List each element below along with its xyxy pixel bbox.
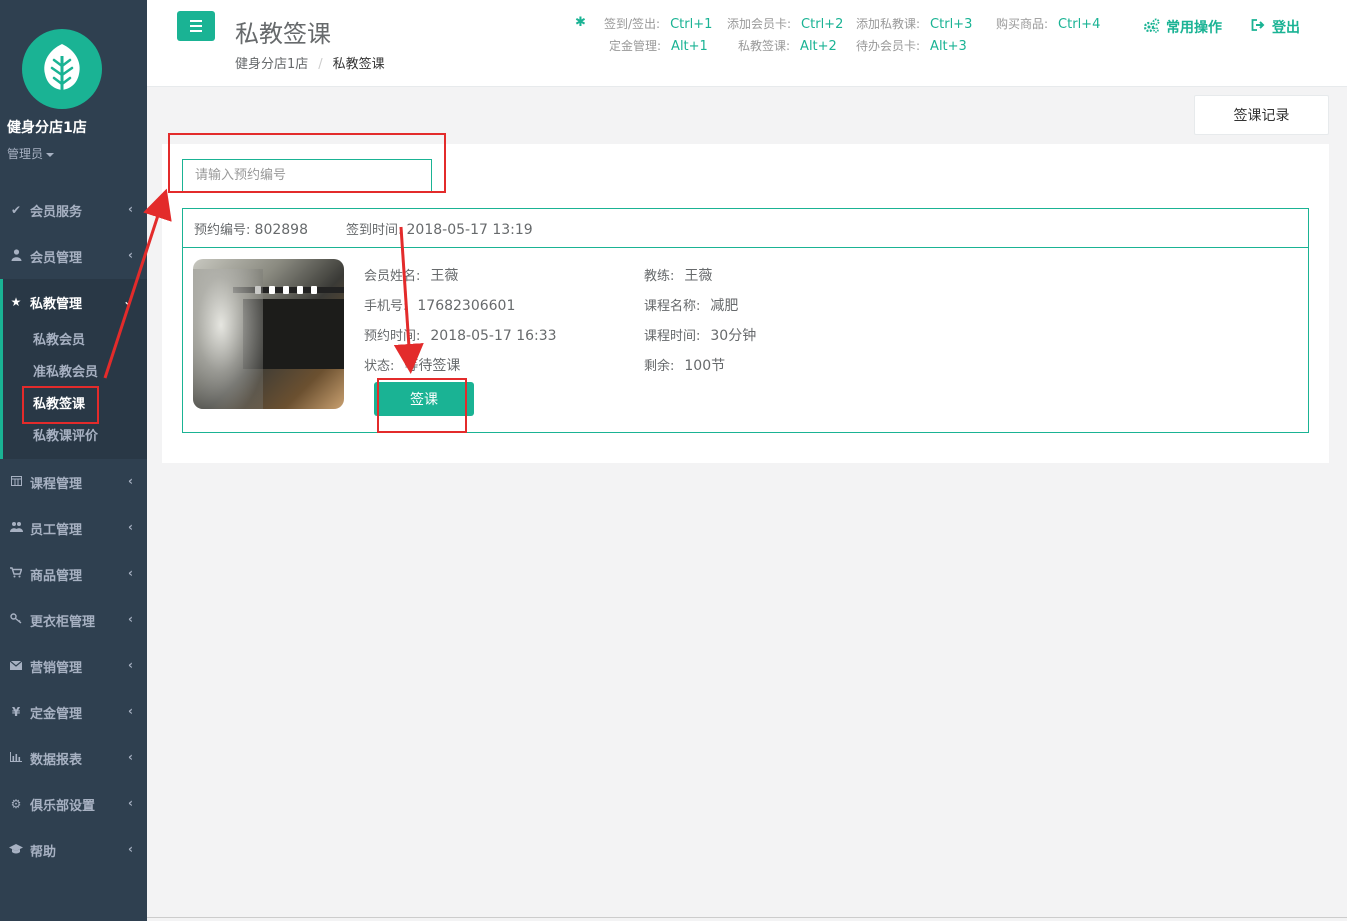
users-icon [8,521,24,535]
breadcrumb: 健身分店1店 / 私教签课 [235,53,385,72]
sidebar-item-label: 商品管理 [30,568,83,584]
shortcut-pending-card: 待办会员卡: Alt+3 [856,39,967,54]
graduation-cap-icon [8,843,24,857]
chevron-left-icon: ‹ [128,566,133,580]
breadcrumb-current: 私教签课 [332,57,385,72]
chevron-down-icon: ⌄ [122,294,133,308]
sidebar-item-marketing-management[interactable]: 营销管理 ‹ [0,643,147,689]
calendar-icon [8,475,24,489]
chevron-left-icon: ‹ [128,202,133,216]
member-phone: 手机号: 17682306601 [364,298,516,314]
booking-status: 状态: 等待签课 [364,358,461,374]
sign-out-icon [1251,19,1266,35]
booking-time: 预约时间: 2018-05-17 16:33 [364,328,557,344]
logout-button[interactable]: 登出 [1251,17,1300,37]
sidebar-item-product-management[interactable]: 商品管理 ‹ [0,551,147,597]
sidebar-item-label: 更衣柜管理 [30,614,96,630]
star-icon: ★ [10,295,22,309]
remaining-sessions: 剩余: 100节 [644,358,726,374]
sidebar-item-deposit-management[interactable]: ¥ 定金管理 ‹ [0,689,147,735]
chevron-left-icon: ‹ [128,842,133,856]
page-title: 私教签课 [235,20,331,48]
sidebar-item-data-reports[interactable]: 数据报表 ‹ [0,735,147,781]
sidebar-item-label: 员工管理 [30,522,83,538]
check-icon: ✔ [10,203,22,217]
coach-name: 教练: 王薇 [644,268,713,284]
sidebar-item-locker-management[interactable]: 更衣柜管理 ‹ [0,597,147,643]
shortcut-add-private-course: 添加私教课: Ctrl+3 [856,17,973,32]
annotation-highlight-search [168,133,446,193]
sidebar-item-staff-management[interactable]: 员工管理 ‹ [0,505,147,551]
booking-card: 预约编号: 802898 签到时间: 2018-05-17 13:19 会员姓名… [182,208,1309,433]
sidebar-item-label: 课程管理 [30,476,83,492]
shortcut-buy-product: 购买商品: Ctrl+4 [996,17,1101,32]
sidebar-item-member-service[interactable]: ✔ 会员服务 ‹ [0,187,147,233]
shortcut-add-member-card: 添加会员卡: Ctrl+2 [727,17,844,32]
gear-icon: ⚙ [10,797,22,811]
sidebar-item-club-settings[interactable]: ⚙ 俱乐部设置 ‹ [0,781,147,827]
common-operations-button[interactable]: 常用操作 [1143,17,1222,37]
booking-number: 预约编号: 802898 [194,221,308,238]
bottom-divider [147,917,1347,918]
sidebar-item-label: 会员服务 [30,204,83,220]
asterisk-icon: ✱ [575,15,586,30]
chevron-left-icon: ‹ [128,750,133,764]
signin-records-button[interactable]: 签课记录 [1194,95,1329,135]
role-dropdown[interactable]: 管理员 [7,145,55,162]
user-icon [8,248,24,264]
cart-icon [8,567,24,581]
yen-icon: ¥ [11,705,21,719]
hamburger-menu-button[interactable] [177,11,215,41]
sidebar-item-label: 俱乐部设置 [30,798,96,814]
chevron-left-icon: ‹ [128,248,133,262]
member-photo [193,259,344,409]
common-operations-label: 常用操作 [1166,20,1222,36]
sidebar-nav: ✔ 会员服务 ‹ 会员管理 ‹ ★ 私教管理 ⌄ 私教会员 准私教会员 私教签课… [0,187,147,873]
chevron-left-icon: ‹ [128,612,133,626]
chevron-left-icon: ‹ [128,796,133,810]
role-label: 管理员 [7,147,44,161]
envelope-icon [8,659,24,673]
key-icon [8,613,24,627]
sidebar-subitem-prospective-members[interactable]: 准私教会员 [3,357,147,389]
chevron-left-icon: ‹ [128,474,133,488]
chevron-left-icon: ‹ [128,704,133,718]
sidebar-subitem-private-members[interactable]: 私教会员 [3,325,147,357]
booking-card-header: 预约编号: 802898 签到时间: 2018-05-17 13:19 [183,209,1308,248]
course-duration: 课程时间: 30分钟 [644,328,757,344]
sidebar-item-label: 会员管理 [30,250,83,266]
member-name: 会员姓名: 王薇 [364,268,459,284]
sidebar-item-label: 私教管理 [30,296,83,312]
sidebar-item-label: 帮助 [30,844,57,860]
top-header: 私教签课 健身分店1店 / 私教签课 ✱ 签到/签出: Ctrl+1 添加会员卡: Ct… [147,0,1347,87]
annotation-highlight-sidebar [22,386,99,424]
breadcrumb-separator: / [318,57,323,72]
sidebar-item-help[interactable]: 帮助 ‹ [0,827,147,873]
chevron-left-icon: ‹ [128,520,133,534]
sidebar-item-member-management[interactable]: 会员管理 ‹ [0,233,147,279]
sidebar-item-label: 数据报表 [30,752,83,768]
cogs-icon [1143,18,1160,37]
sidebar: 健身分店1店 管理员 ✔ 会员服务 ‹ 会员管理 ‹ ★ 私教管理 ⌄ 私教会员… [0,0,147,921]
shortcut-deposit: 定金管理: Alt+1 [609,39,708,54]
store-name: 健身分店1店 [7,120,87,136]
shortcut-private-signin: 私教签课: Alt+2 [738,39,837,54]
breadcrumb-home-link[interactable]: 健身分店1店 [235,57,308,72]
checkin-time: 签到时间: 2018-05-17 13:19 [345,221,533,238]
bar-chart-icon [8,751,24,765]
leaf-logo-icon [22,29,102,109]
sidebar-item-label: 营销管理 [30,660,83,676]
sidebar-item-label: 定金管理 [30,706,83,722]
sidebar-subitem-course-review[interactable]: 私教课评价 [3,421,147,453]
sidebar-group-private-coach: ★ 私教管理 ⌄ 私教会员 准私教会员 私教签课 私教课评价 [0,279,147,459]
chevron-left-icon: ‹ [128,658,133,672]
annotation-highlight-button [377,378,467,433]
sidebar-item-private-coach-management[interactable]: ★ 私教管理 ⌄ [3,279,147,325]
course-name: 课程名称: 减肥 [644,298,739,314]
logout-label: 登出 [1272,20,1300,36]
caret-down-icon [46,152,55,157]
sidebar-item-course-management[interactable]: 课程管理 ‹ [0,459,147,505]
shortcut-checkin: 签到/签出: Ctrl+1 [604,17,713,32]
